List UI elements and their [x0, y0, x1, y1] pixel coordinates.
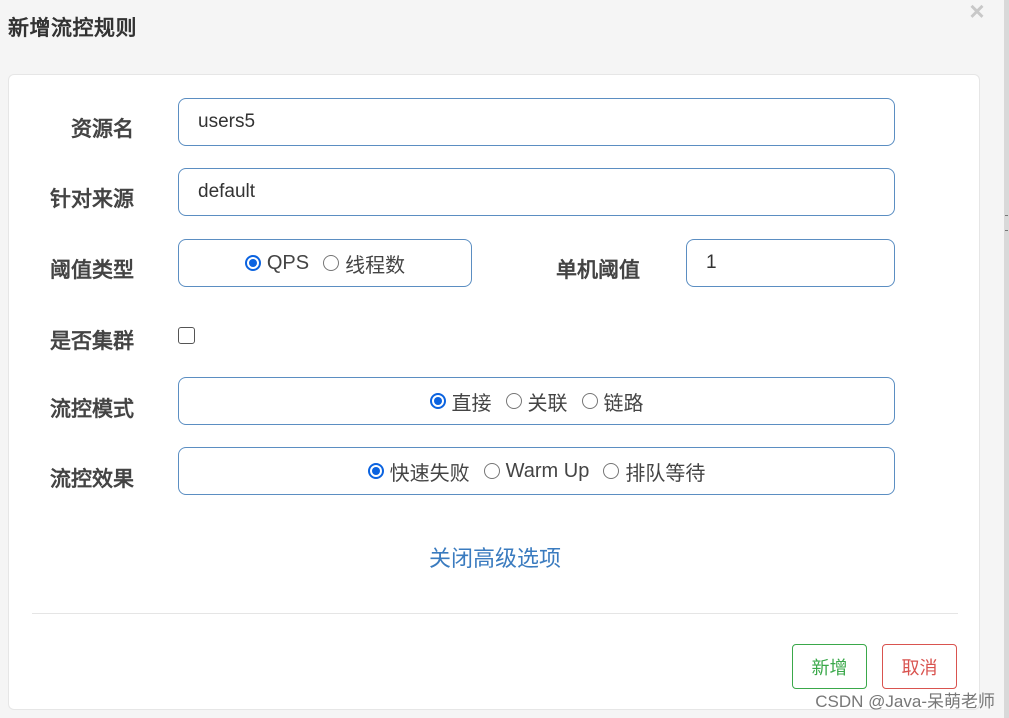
threshold-type-option-qps[interactable]: QPS [244, 251, 310, 275]
option-label: 直接 [451, 392, 492, 415]
cluster-mode-checkbox[interactable] [178, 327, 195, 344]
radio-unchecked-icon[interactable] [483, 463, 500, 479]
radio-unchecked-icon[interactable] [323, 255, 340, 271]
option-label: 线程数 [345, 254, 406, 277]
close-icon[interactable]: × [964, 0, 990, 24]
control-mode-label: 流控模式 [50, 398, 134, 421]
control-mode-radio-group: 直接 关联 链路 [178, 377, 895, 425]
control-mode-option-direct[interactable]: 直接 [429, 387, 492, 416]
limit-app-input[interactable] [178, 168, 895, 216]
option-label: QPS [266, 251, 310, 274]
control-mode-option-chain[interactable]: 链路 [581, 387, 644, 416]
radio-checked-icon[interactable] [367, 463, 384, 479]
resource-name-input[interactable] [178, 98, 895, 146]
advanced-options-toggle-link[interactable]: 关闭高级选项 [0, 541, 990, 573]
control-effect-option-queue[interactable]: 排队等待 [603, 457, 705, 486]
radio-unchecked-icon[interactable] [581, 393, 598, 409]
scrollbar-grip-icon[interactable] [1005, 215, 1008, 231]
cancel-button[interactable]: 取消 [882, 644, 957, 689]
threshold-type-radio-group: QPS 线程数 [178, 239, 472, 287]
add-button[interactable]: 新增 [792, 644, 867, 689]
single-threshold-input[interactable] [686, 239, 895, 287]
control-effect-option-fast-fail[interactable]: 快速失败 [367, 457, 470, 486]
control-effect-radio-group: 快速失败 Warm Up 排队等待 [178, 447, 895, 495]
threshold-type-option-threads[interactable]: 线程数 [323, 249, 405, 278]
page: 新增流控规则 × 资源名 针对来源 阈值类型 QPS 线程数 单机阈值 是否集群… [0, 0, 1009, 718]
option-label: 快速失败 [389, 462, 470, 485]
control-effect-option-warm-up[interactable]: Warm Up [483, 459, 590, 483]
option-label: 排队等待 [625, 462, 706, 485]
watermark: CSDN @Java-呆萌老师 [815, 692, 995, 711]
radio-unchecked-icon[interactable] [505, 393, 522, 409]
resource-name-label: 资源名 [71, 118, 134, 141]
option-label: 链路 [603, 392, 644, 415]
threshold-type-label: 阈值类型 [50, 259, 134, 282]
footer-divider [32, 613, 958, 614]
option-label: 关联 [527, 392, 568, 415]
scrollbar-track[interactable] [1004, 0, 1009, 718]
control-effect-label: 流控效果 [50, 468, 134, 491]
radio-checked-icon[interactable] [244, 255, 261, 271]
limit-app-label: 针对来源 [50, 188, 134, 211]
radio-checked-icon[interactable] [429, 393, 446, 409]
dialog-title: 新增流控规则 [8, 17, 137, 40]
option-label: Warm Up [505, 459, 590, 482]
control-mode-option-relate[interactable]: 关联 [505, 387, 568, 416]
cluster-mode-label: 是否集群 [50, 330, 134, 353]
single-threshold-label: 单机阈值 [556, 259, 640, 282]
radio-unchecked-icon[interactable] [603, 463, 620, 479]
